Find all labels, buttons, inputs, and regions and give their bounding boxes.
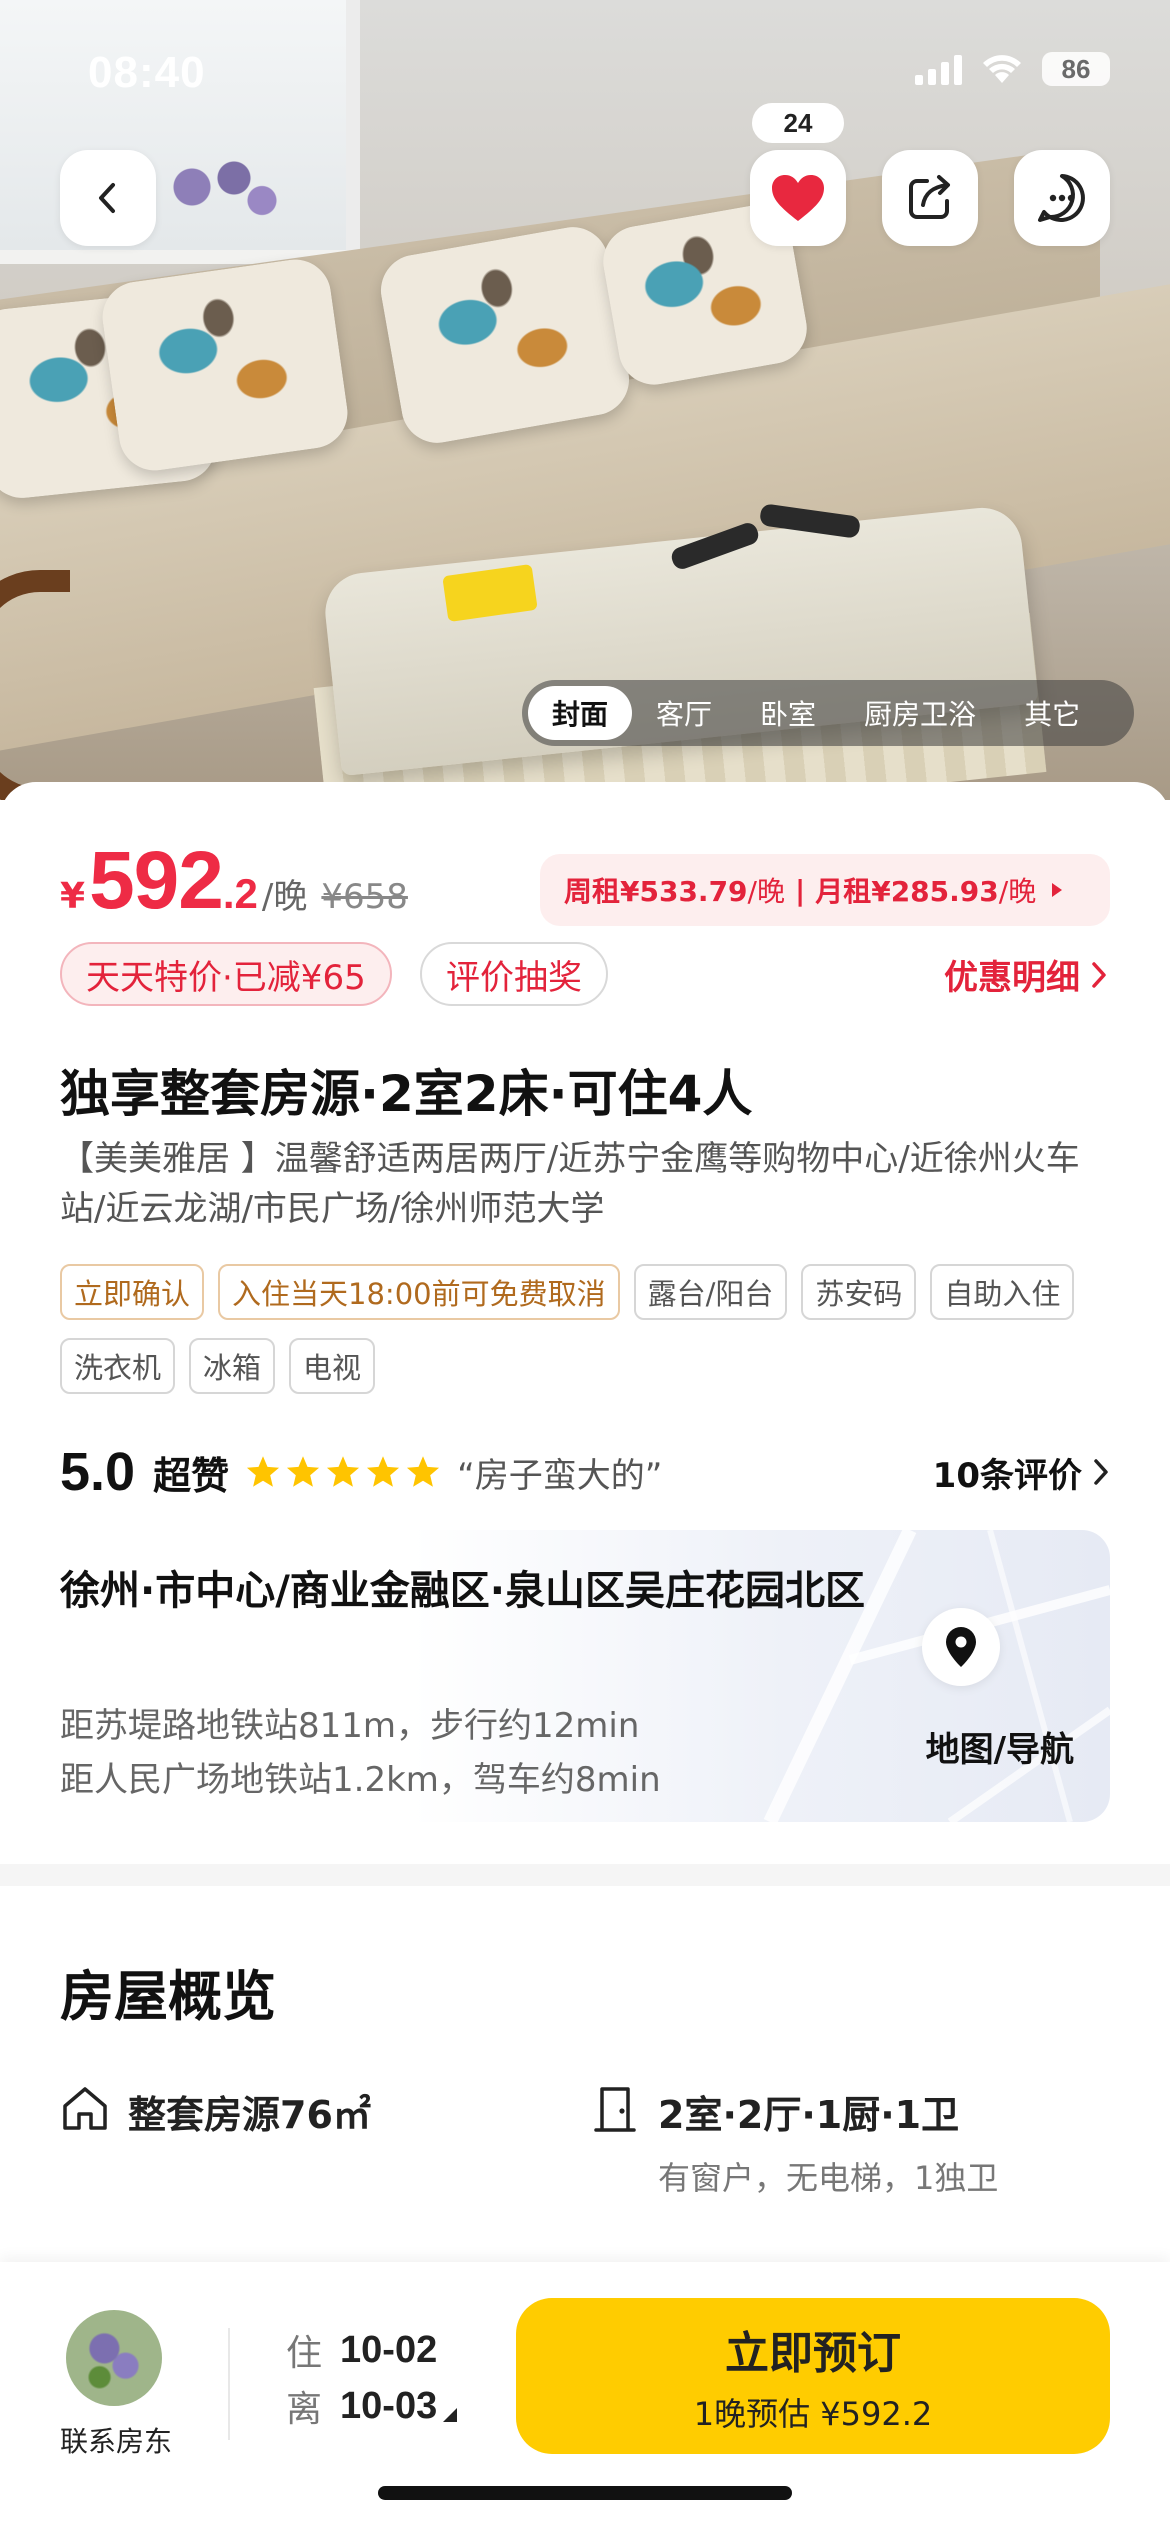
monthly-rent-unit: /晚: [998, 875, 1037, 908]
back-button[interactable]: [60, 150, 156, 246]
rating-word: 超赞: [153, 1453, 230, 1498]
share-button[interactable]: [882, 150, 978, 246]
photo-tab-living-room[interactable]: 客厅: [632, 686, 736, 740]
tag-balcony: 露台/阳台: [633, 1264, 788, 1320]
price: ¥ 592 .2 /晚 ¥658: [60, 834, 408, 928]
overview-area: 整套房源76㎡: [60, 2084, 371, 2139]
location-address: 徐州·市中心/商业金融区·泉山区吴庄花园北区: [60, 1568, 865, 1614]
overview-rooms-value: 2室·2厅·1厨·1卫: [658, 2093, 960, 2137]
status-icons: 86: [915, 52, 1110, 86]
chat-bubble-icon: [1038, 174, 1085, 222]
star-icon: [247, 1456, 280, 1487]
overview-title: 房屋概览: [60, 1965, 276, 2028]
promo-badge-review-lottery[interactable]: 评价抽奖: [420, 942, 608, 1006]
photo-tab-cover[interactable]: 封面: [528, 686, 633, 740]
section-divider: [0, 1864, 1170, 1886]
metro-distance-1: 距苏堤路地铁站811m，步行约12min: [60, 1706, 640, 1746]
reviews-link[interactable]: 10条评价: [933, 1448, 1110, 1497]
battery-icon: 86: [1042, 52, 1110, 86]
tag-tv: 电视: [289, 1338, 376, 1394]
listing-detail-card: ¥ 592 .2 /晚 ¥658 周租¥533.79/晚 | 月租¥285.93…: [0, 782, 1170, 1882]
tag-instant-confirm: 立即确认: [60, 1264, 205, 1320]
review-quote: “房子蛮大的”: [457, 1455, 663, 1496]
photo-pillow: [375, 221, 635, 449]
bottom-divider: [228, 2328, 230, 2440]
long-stay-rent-button[interactable]: 周租¥533.79/晚 | 月租¥285.93/晚: [540, 854, 1110, 926]
tag-free-cancel: 入住当天18:00前可免费取消: [218, 1264, 620, 1320]
photo-tab-kitchen-bath[interactable]: 厨房卫浴: [840, 686, 1000, 740]
book-now-label: 立即预订: [725, 2328, 901, 2379]
tag-self-checkin: 自助入住: [930, 1264, 1075, 1320]
house-icon: [63, 2087, 107, 2130]
listing-title: 独享整套房源·2室2床·可住4人: [60, 1065, 753, 1123]
map-pin-icon: [922, 1608, 1000, 1686]
triangle-right-icon: [1052, 883, 1063, 897]
overview-area-value: 整套房源76㎡: [128, 2093, 371, 2137]
favorite-button[interactable]: [750, 150, 846, 246]
book-estimate: 1晚预估 ¥592.2: [693, 2395, 933, 2433]
feature-tags: 立即确认 入住当天18:00前可免费取消 露台/阳台 苏安码 自助入住 洗衣机 …: [60, 1264, 1120, 1394]
message-button[interactable]: [1014, 150, 1110, 246]
cellular-signal-icon: [915, 53, 962, 85]
checkout-value: 10-03: [340, 2384, 438, 2427]
door-icon: [594, 2087, 636, 2132]
wifi-icon: [983, 55, 1021, 83]
listing-description: 【美美雅居 】温馨舒适两居两厅/近苏宁金鹰等购物中心/近徐州火车站/近云龙湖/市…: [60, 1139, 1080, 1229]
weekly-rent: 周租¥533.79: [564, 875, 748, 908]
monthly-rent: 月租¥285.93: [815, 875, 999, 908]
price-unit: /晚: [261, 877, 308, 917]
heart-icon: [772, 175, 824, 221]
overview-rooms: 2室·2厅·1厨·1卫 有窗户，无电梯，1独卫: [590, 2084, 998, 2199]
tag-su-an-code: 苏安码: [801, 1264, 917, 1320]
chevron-right-icon: [1092, 961, 1106, 988]
checkin-key: 住: [286, 2333, 323, 2374]
photo-chair: [0, 570, 70, 800]
tag-washing-machine: 洗衣机: [60, 1338, 176, 1394]
corner-triangle-icon: [443, 2408, 458, 2422]
original-price: ¥658: [321, 877, 408, 917]
photo-plant: [150, 160, 290, 250]
promo-badge-daily-deal[interactable]: 天天特价·已减¥65: [60, 942, 392, 1006]
contact-host-label[interactable]: 联系房东: [60, 2420, 172, 2460]
chevron-left-icon: [99, 183, 115, 213]
star-icon: [327, 1456, 360, 1487]
favorite-count: 24: [752, 103, 844, 143]
photo-tab-other[interactable]: 其它: [1000, 686, 1104, 740]
star-icon: [367, 1456, 400, 1487]
home-indicator: [378, 2486, 792, 2500]
status-time: 08:40: [88, 48, 206, 97]
rent-separator: |: [794, 873, 806, 907]
star-icon: [287, 1456, 320, 1487]
checkin-date[interactable]: 住 10-02: [286, 2324, 437, 2376]
photo-pillow: [97, 254, 353, 476]
host-avatar[interactable]: [66, 2310, 162, 2406]
rating-score: 5.0: [60, 1442, 136, 1502]
reviews-link-label: 10条评价: [932, 1455, 1082, 1496]
map-navigation-label[interactable]: 地图/导航: [926, 1722, 1074, 1771]
photo-category-tabs: 封面 客厅 卧室 厨房卫浴 其它: [522, 680, 1134, 746]
weekly-rent-unit: /晚: [747, 875, 785, 908]
price-currency: ¥: [60, 876, 86, 917]
price-decimal: .2: [222, 870, 258, 917]
rating-stars: [245, 1454, 441, 1490]
metro-distance-2: 距人民广场地铁站1.2km，驾车约8min: [60, 1760, 661, 1800]
discount-details-label: 优惠明细: [944, 958, 1080, 998]
price-integer: 592: [89, 835, 224, 926]
share-icon: [909, 175, 950, 219]
chevron-right-icon: [1094, 1459, 1108, 1485]
photo-tab-bedroom[interactable]: 卧室: [736, 686, 840, 740]
checkout-key: 离: [286, 2389, 323, 2430]
overview-rooms-detail: 有窗户，无电梯，1独卫: [658, 2159, 999, 2197]
checkout-date[interactable]: 离 10-03: [286, 2380, 458, 2432]
rating-row[interactable]: 5.0 超赞 “房子蛮大的” 10条评价: [60, 1442, 1110, 1502]
checkin-value: 10-02: [340, 2328, 438, 2371]
discount-details-link[interactable]: 优惠明细: [944, 950, 1108, 999]
star-icon: [407, 1456, 440, 1487]
tag-fridge: 冰箱: [189, 1338, 276, 1394]
book-now-button[interactable]: 立即预订 1晚预估 ¥592.2: [516, 2298, 1110, 2454]
location-card[interactable]: 徐州·市中心/商业金融区·泉山区吴庄花园北区 距苏堤路地铁站811m，步行约12…: [36, 1530, 1110, 1822]
